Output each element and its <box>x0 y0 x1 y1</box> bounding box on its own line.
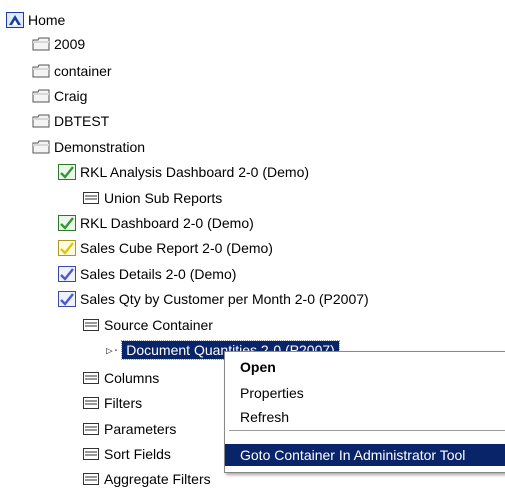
tree-report-rkl-analysis[interactable]: RKL Analysis Dashboard 2-0 (Demo) <box>58 160 309 184</box>
tree-report-sales-cube[interactable]: Sales Cube Report 2-0 (Demo) <box>58 236 273 260</box>
folder-label: Demonstration <box>54 139 146 155</box>
child-label: Sort Fields <box>104 446 171 462</box>
folder-label: container <box>54 63 112 79</box>
tree-folder-demonstration[interactable]: Demonstration <box>32 135 145 159</box>
tree-folder-craig[interactable]: Craig <box>32 84 87 108</box>
report-blue-icon <box>58 291 76 307</box>
report-check-icon <box>58 215 76 231</box>
child-label: Source Container <box>104 317 213 333</box>
tree-root-label: Home <box>28 12 66 28</box>
menu-item-properties[interactable]: Properties <box>225 382 505 404</box>
subreport-icon <box>82 190 100 206</box>
subreport-icon <box>82 471 100 487</box>
child-label: Aggregate Filters <box>104 471 211 487</box>
folder-icon <box>32 36 50 52</box>
report-yellow-icon <box>58 240 76 256</box>
tree-folder-container[interactable]: container <box>32 59 112 83</box>
subreport-icon <box>82 317 100 333</box>
tree-child-sort-fields[interactable]: Sort Fields <box>82 442 171 466</box>
tree-child-source-container[interactable]: Source Container <box>82 313 213 337</box>
tree-folder-2009[interactable]: 2009 <box>32 32 85 56</box>
report-label: RKL Analysis Dashboard 2-0 (Demo) <box>80 164 310 180</box>
menu-item-open[interactable]: Open <box>225 356 505 378</box>
menu-item-goto-container[interactable]: Goto Container In Administrator Tool <box>225 444 505 466</box>
link-arrow-icon: ▷· <box>106 343 120 357</box>
subreport-icon <box>82 446 100 462</box>
report-label: Union Sub Reports <box>104 190 223 206</box>
tree-child-filters[interactable]: Filters <box>82 391 142 415</box>
subreport-icon <box>82 421 100 437</box>
folder-label: Craig <box>54 88 88 104</box>
child-label: Filters <box>104 395 143 411</box>
tree-child-aggregate-filters[interactable]: Aggregate Filters <box>82 467 211 491</box>
home-icon <box>6 12 24 28</box>
child-label: Parameters <box>104 421 177 437</box>
menu-item-refresh[interactable]: Refresh <box>225 406 505 428</box>
report-label: Sales Qty by Customer per Month 2-0 (P20… <box>80 291 369 307</box>
folder-icon <box>32 113 50 129</box>
folder-icon <box>32 63 50 79</box>
context-menu: Open Properties Refresh Goto Container I… <box>224 351 505 473</box>
report-check-icon <box>58 164 76 180</box>
tree-report-sales-qty[interactable]: Sales Qty by Customer per Month 2-0 (P20… <box>58 287 369 311</box>
tree-report-sales-details[interactable]: Sales Details 2-0 (Demo) <box>58 262 236 286</box>
tree-child-parameters[interactable]: Parameters <box>82 417 176 441</box>
report-blue-icon <box>58 266 76 282</box>
report-label: RKL Dashboard 2-0 (Demo) <box>80 215 254 231</box>
folder-icon <box>32 88 50 104</box>
report-label: Sales Cube Report 2-0 (Demo) <box>80 240 273 256</box>
tree-subreport-union[interactable]: Union Sub Reports <box>82 186 222 210</box>
folder-open-icon <box>32 139 50 155</box>
subreport-icon <box>82 370 100 386</box>
folder-label: DBTEST <box>54 113 110 129</box>
folder-label: 2009 <box>54 36 86 52</box>
tree-folder-dbtest[interactable]: DBTEST <box>32 109 109 133</box>
subreport-icon <box>82 395 100 411</box>
tree-child-columns[interactable]: Columns <box>82 366 159 390</box>
report-label: Sales Details 2-0 (Demo) <box>80 266 237 282</box>
tree-report-rkl-dashboard[interactable]: RKL Dashboard 2-0 (Demo) <box>58 211 254 235</box>
menu-separator <box>229 430 505 432</box>
tree-root-home[interactable]: Home <box>6 8 65 32</box>
child-label: Columns <box>104 370 160 386</box>
